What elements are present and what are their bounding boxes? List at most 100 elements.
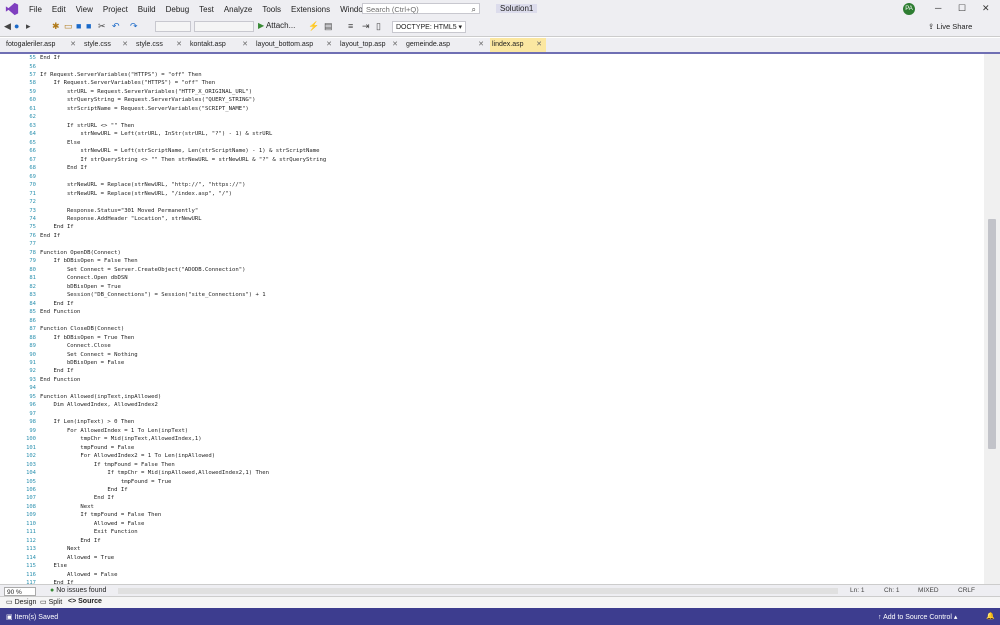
code-line[interactable]: Function Allowed(inpText,inpAllowed): [40, 394, 161, 400]
doctype-dropdown[interactable]: DOCTYPE: HTML5 ▾: [392, 21, 466, 33]
align-icon[interactable]: ≡: [348, 21, 353, 31]
code-line[interactable]: strNewURL = Replace(strNewURL, "/index.a…: [40, 191, 232, 197]
code-line[interactable]: If tmpFound = False Then: [40, 512, 161, 518]
platform-dropdown[interactable]: [194, 21, 254, 32]
attach-button[interactable]: ▶ Attach...: [258, 21, 295, 30]
code-line[interactable]: If strQueryString <> "" Then strNewURL =…: [40, 157, 326, 163]
tab-layout-bottom-asp[interactable]: layout_bottom.asp ✕: [254, 38, 336, 52]
tab-style-css[interactable]: style.css ✕: [82, 38, 132, 52]
code-line[interactable]: Function CloseDB(Connect): [40, 326, 124, 332]
forward-icon[interactable]: ▸: [26, 21, 31, 32]
save-all-icon[interactable]: ■: [86, 21, 91, 31]
code-line[interactable]: strScriptName = Request.ServerVariables(…: [40, 106, 249, 112]
code-line[interactable]: Allowed = False: [40, 572, 118, 578]
cut-icon[interactable]: ✂: [98, 21, 106, 32]
configuration-dropdown[interactable]: [155, 21, 191, 32]
new-item-icon[interactable]: ✱: [52, 21, 60, 32]
open-folder-icon[interactable]: ▭: [64, 21, 73, 32]
code-line[interactable]: If Request.ServerVariables("HTTPS") = "o…: [40, 72, 202, 78]
code-line[interactable]: strURL = Request.ServerVariables("HTTP_X…: [40, 89, 252, 95]
code-line[interactable]: If strURL <> "" Then: [40, 123, 134, 129]
code-line[interactable]: strNewURL = Replace(strNewURL, "http://"…: [40, 182, 246, 188]
close-icon[interactable]: ✕: [982, 3, 990, 14]
notification-icon[interactable]: 🔔: [986, 612, 995, 620]
code-line[interactable]: Set Connect = Nothing: [40, 352, 138, 358]
scrollbar-thumb[interactable]: [988, 219, 996, 449]
close-tab-icon[interactable]: ✕: [242, 38, 248, 52]
tab-layout-top-asp[interactable]: layout_top.asp ✕: [338, 38, 402, 52]
code-line[interactable]: Dim AllowedIndex, AllowedIndex2: [40, 402, 157, 408]
menu-item-debug[interactable]: Debug: [161, 5, 195, 14]
menu-item-project[interactable]: Project: [98, 5, 133, 14]
code-line[interactable]: End If: [40, 538, 100, 544]
close-tab-icon[interactable]: ✕: [70, 38, 76, 52]
vertical-scrollbar[interactable]: [984, 54, 1000, 584]
code-line[interactable]: Set Connect = Server.CreateObject("ADODB…: [40, 267, 246, 273]
menu-item-extensions[interactable]: Extensions: [286, 5, 335, 14]
menu-item-test[interactable]: Test: [194, 5, 219, 14]
code-line[interactable]: Else: [40, 140, 80, 146]
minimize-icon[interactable]: ─: [935, 3, 941, 13]
issues-indicator[interactable]: ● No issues found: [50, 587, 106, 594]
code-line[interactable]: Connect.Close: [40, 343, 111, 349]
code-line[interactable]: tmpFound = False: [40, 445, 134, 451]
source-control-button[interactable]: ↑ Add to Source Control ▴: [878, 613, 957, 621]
redo-icon[interactable]: ↷: [130, 21, 138, 32]
code-editor[interactable]: 55 56 57 58 59 60 61 62 63 64 65 66 67 68 69 70 71 72 73 74…: [0, 54, 984, 584]
code-line[interactable]: Exit Function: [40, 529, 138, 535]
code-line[interactable]: If Len(inpText) > 0 Then: [40, 419, 134, 425]
code-line[interactable]: Next: [40, 546, 80, 552]
code-line[interactable]: Next: [40, 504, 93, 510]
indent-icon[interactable]: ⇥: [362, 21, 370, 32]
code-line[interactable]: If bDBisOpen = True Then: [40, 335, 134, 341]
code-line[interactable]: Response.AddHeader "Location", strNewURL: [40, 216, 202, 222]
menu-item-edit[interactable]: Edit: [47, 5, 71, 14]
close-tab-icon[interactable]: ✕: [478, 38, 484, 52]
design-tab[interactable]: ▭ Design: [6, 598, 36, 606]
maximize-icon[interactable]: ☐: [958, 3, 966, 14]
code-line[interactable]: End Function: [40, 377, 80, 383]
save-icon[interactable]: ■: [76, 21, 81, 31]
code-line[interactable]: Function OpenDB(Connect): [40, 250, 121, 256]
code-line[interactable]: If tmpFound = False Then: [40, 462, 175, 468]
tab-fotogaleriler-asp[interactable]: fotogaleriler.asp ✕: [4, 38, 80, 52]
code-line[interactable]: End If: [40, 233, 60, 239]
close-tab-icon[interactable]: ✕: [326, 38, 332, 52]
live-share-button[interactable]: ⇪ Live Share: [928, 22, 972, 31]
code-line[interactable]: tmpChr = Mid(inpText,AllowedIndex,1): [40, 436, 201, 442]
zoom-dropdown[interactable]: 90 %: [4, 587, 36, 596]
tab-style-css[interactable]: style.css ✕: [134, 38, 186, 52]
code-line[interactable]: Session("DB_Connections") = Session("sit…: [40, 292, 266, 298]
code-line[interactable]: Allowed = False: [40, 521, 145, 527]
code-line[interactable]: If tmpChr = Mid(inpAllowed,AllowedIndex2…: [40, 470, 269, 476]
code-line[interactable]: bDBisOpen = False: [40, 360, 124, 366]
back-icon[interactable]: ◀: [4, 21, 11, 32]
code-line[interactable]: For AllowedIndex = 1 To Len(inpText): [40, 428, 188, 434]
code-line[interactable]: If Request.ServerVariables("HTTPS") = "o…: [40, 80, 215, 86]
menu-item-analyze[interactable]: Analyze: [219, 5, 257, 14]
code-line[interactable]: End If: [40, 487, 127, 493]
layout-icon[interactable]: ▤: [324, 21, 333, 32]
code-line[interactable]: Allowed = True: [40, 555, 114, 561]
code-line[interactable]: bDBisOpen = True: [40, 284, 121, 290]
menu-item-tools[interactable]: Tools: [257, 5, 286, 14]
close-tab-icon[interactable]: ✕: [176, 38, 182, 52]
horizontal-scrollbar[interactable]: [118, 588, 838, 594]
code-line[interactable]: End Function: [40, 309, 80, 315]
close-tab-icon[interactable]: ✕: [392, 38, 398, 52]
menu-item-view[interactable]: View: [71, 5, 98, 14]
code-line[interactable]: Else: [40, 563, 66, 569]
hot-reload-icon[interactable]: ⚡: [308, 21, 319, 32]
search-input[interactable]: Search (Ctrl+Q) ⌕: [362, 3, 480, 14]
menu-item-file[interactable]: File: [24, 5, 47, 14]
tab-lindex-asp[interactable]: lindex.asp ✕: [490, 38, 546, 52]
menu-item-build[interactable]: Build: [133, 5, 161, 14]
comment-icon[interactable]: ▯: [376, 21, 381, 32]
code-line[interactable]: For AllowedIndex2 = 1 To Len(inpAllowed): [40, 453, 215, 459]
code-line[interactable]: Response.Status="301 Moved Permanently": [40, 208, 198, 214]
source-tab[interactable]: <> Source: [68, 598, 102, 605]
tab-kontakt-asp[interactable]: kontakt.asp ✕: [188, 38, 252, 52]
undo-icon[interactable]: ↶: [112, 21, 120, 32]
split-tab[interactable]: ▭ Split: [40, 598, 62, 606]
tab-gemeinde-asp[interactable]: gemeinde.asp ✕: [404, 38, 488, 52]
